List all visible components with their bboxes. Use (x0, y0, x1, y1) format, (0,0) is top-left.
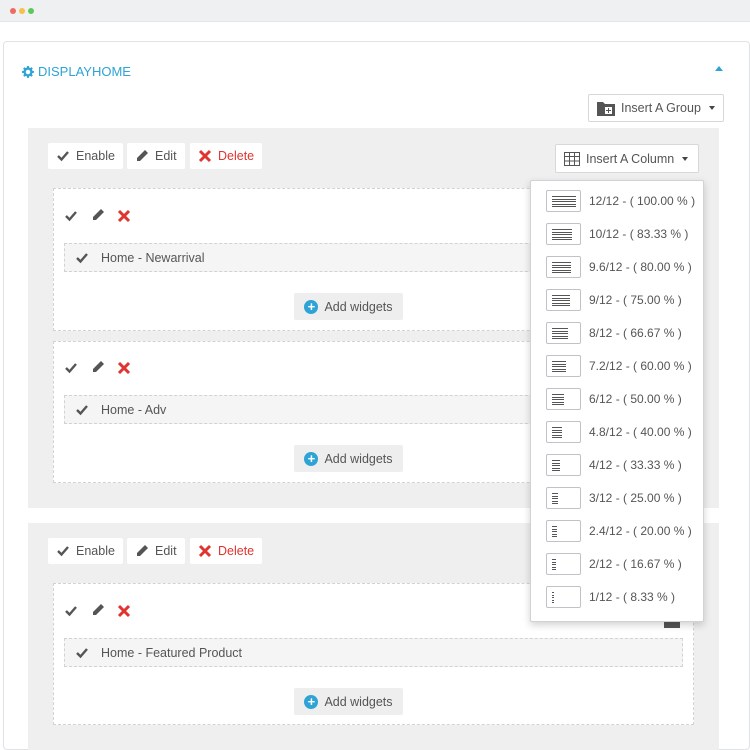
close-x-icon (198, 149, 212, 163)
check-icon (76, 647, 88, 658)
maximize-window-dot[interactable] (28, 8, 34, 14)
close-x-icon[interactable] (117, 604, 131, 618)
check-icon[interactable] (64, 209, 78, 223)
width-option[interactable]: 8/12 - ( 66.67 % ) (546, 322, 682, 344)
width-option[interactable]: 9.6/12 - ( 80.00 % ) (546, 256, 692, 278)
check-icon (57, 151, 69, 162)
close-x-icon (198, 544, 212, 558)
widget-label: Home - Newarrival (101, 250, 205, 265)
column-width-dropdown: 12/12 - ( 100.00 % ) 10/12 - ( 83.33 % )… (530, 180, 704, 622)
gear-icon (22, 65, 34, 78)
add-widgets-button[interactable]: + Add widgets (294, 293, 403, 320)
add-widgets-label: Add widgets (324, 451, 393, 466)
width-option-label: 1/12 - ( 8.33 % ) (589, 590, 676, 604)
delete-label: Delete (218, 544, 255, 558)
close-x-icon[interactable] (117, 361, 131, 375)
check-icon[interactable] (64, 361, 78, 375)
plus-circle-icon: + (304, 694, 319, 709)
column-width-icon (546, 289, 581, 311)
column-width-icon (546, 190, 581, 212)
width-option[interactable]: 6/12 - ( 50.00 % ) (546, 388, 682, 410)
width-option[interactable]: 2/12 - ( 16.67 % ) (546, 553, 682, 575)
width-option[interactable]: 2.4/12 - ( 20.00 % ) (546, 520, 692, 542)
column-width-icon (546, 256, 581, 278)
group1-delete-button[interactable]: Delete (190, 143, 263, 169)
pencil-icon[interactable] (91, 208, 105, 222)
insert-column-label: Insert A Column (586, 151, 675, 166)
close-window-dot[interactable] (10, 8, 16, 14)
width-option-label: 2.4/12 - ( 20.00 % ) (589, 524, 692, 538)
group1-enable-button[interactable]: Enable (48, 143, 123, 169)
width-option-label: 4.8/12 - ( 40.00 % ) (589, 425, 692, 439)
hook-title-text: DISPLAYHOME (38, 64, 131, 79)
width-option-label: 7.2/12 - ( 60.00 % ) (589, 359, 692, 373)
width-option-label: 9.6/12 - ( 80.00 % ) (589, 260, 692, 274)
enable-label: Enable (76, 544, 115, 558)
column-width-icon (546, 553, 581, 575)
edit-label: Edit (155, 544, 177, 558)
width-option-label: 8/12 - ( 66.67 % ) (589, 326, 682, 340)
column-width-icon (546, 586, 581, 608)
pencil-icon[interactable] (91, 603, 105, 617)
column-width-icon (546, 454, 581, 476)
column-width-icon (546, 223, 581, 245)
enable-label: Enable (76, 149, 115, 163)
column-width-icon (546, 355, 581, 377)
pencil-icon (137, 150, 148, 161)
plus-circle-icon: + (304, 451, 319, 466)
folder-plus-icon (597, 102, 615, 116)
close-x-icon[interactable] (117, 209, 131, 223)
width-option[interactable]: 10/12 - ( 83.33 % ) (546, 223, 688, 245)
table-grid-icon (564, 151, 580, 166)
edit-label: Edit (155, 149, 177, 163)
minimize-window-dot[interactable] (19, 8, 25, 14)
window-chrome (0, 0, 750, 22)
insert-column-button[interactable]: Insert A Column (555, 144, 699, 173)
add-widgets-button[interactable]: + Add widgets (294, 688, 403, 715)
add-widgets-label: Add widgets (324, 694, 393, 709)
width-option[interactable]: 4/12 - ( 33.33 % ) (546, 454, 682, 476)
collapse-caret-icon[interactable] (715, 66, 723, 71)
pencil-icon[interactable] (91, 360, 105, 374)
width-option-label: 2/12 - ( 16.67 % ) (589, 557, 682, 571)
widget-label: Home - Featured Product (101, 645, 243, 660)
width-option[interactable]: 3/12 - ( 25.00 % ) (546, 487, 682, 509)
column-width-icon (546, 421, 581, 443)
plus-circle-icon: + (304, 299, 319, 314)
check-icon (76, 252, 88, 263)
insert-group-label: Insert A Group (621, 101, 701, 115)
width-option-label: 12/12 - ( 100.00 % ) (589, 194, 696, 208)
width-option[interactable]: 1/12 - ( 8.33 % ) (546, 586, 675, 608)
width-option[interactable]: 9/12 - ( 75.00 % ) (546, 289, 682, 311)
column-width-icon (546, 388, 581, 410)
group2-edit-button[interactable]: Edit (127, 538, 185, 564)
width-option-label: 10/12 - ( 83.33 % ) (589, 227, 689, 241)
column-width-icon (546, 520, 581, 542)
caret-down-icon (682, 156, 689, 161)
hook-title: DISPLAYHOME (22, 64, 131, 79)
width-option-label: 4/12 - ( 33.33 % ) (589, 458, 682, 472)
width-option-label: 6/12 - ( 50.00 % ) (589, 392, 682, 406)
width-option[interactable]: 7.2/12 - ( 60.00 % ) (546, 355, 692, 377)
column-width-icon (546, 487, 581, 509)
width-option-label: 9/12 - ( 75.00 % ) (589, 293, 682, 307)
column-width-icon (546, 322, 581, 344)
widget-row[interactable]: Home - Featured Product (64, 638, 683, 667)
width-option-label: 3/12 - ( 25.00 % ) (589, 491, 682, 505)
widget-label: Home - Adv (101, 402, 167, 417)
add-widgets-label: Add widgets (324, 299, 393, 314)
group2-enable-button[interactable]: Enable (48, 538, 123, 564)
pencil-icon (137, 545, 148, 556)
group1-edit-button[interactable]: Edit (127, 143, 185, 169)
width-option[interactable]: 4.8/12 - ( 40.00 % ) (546, 421, 692, 443)
delete-label: Delete (218, 149, 255, 163)
caret-down-icon (708, 106, 715, 110)
insert-group-button[interactable]: Insert A Group (588, 94, 724, 122)
width-option[interactable]: 12/12 - ( 100.00 % ) (546, 190, 695, 212)
check-icon[interactable] (64, 604, 78, 618)
check-icon (57, 546, 69, 557)
check-icon (76, 404, 88, 415)
group2-delete-button[interactable]: Delete (190, 538, 263, 564)
add-widgets-button[interactable]: + Add widgets (294, 445, 403, 472)
